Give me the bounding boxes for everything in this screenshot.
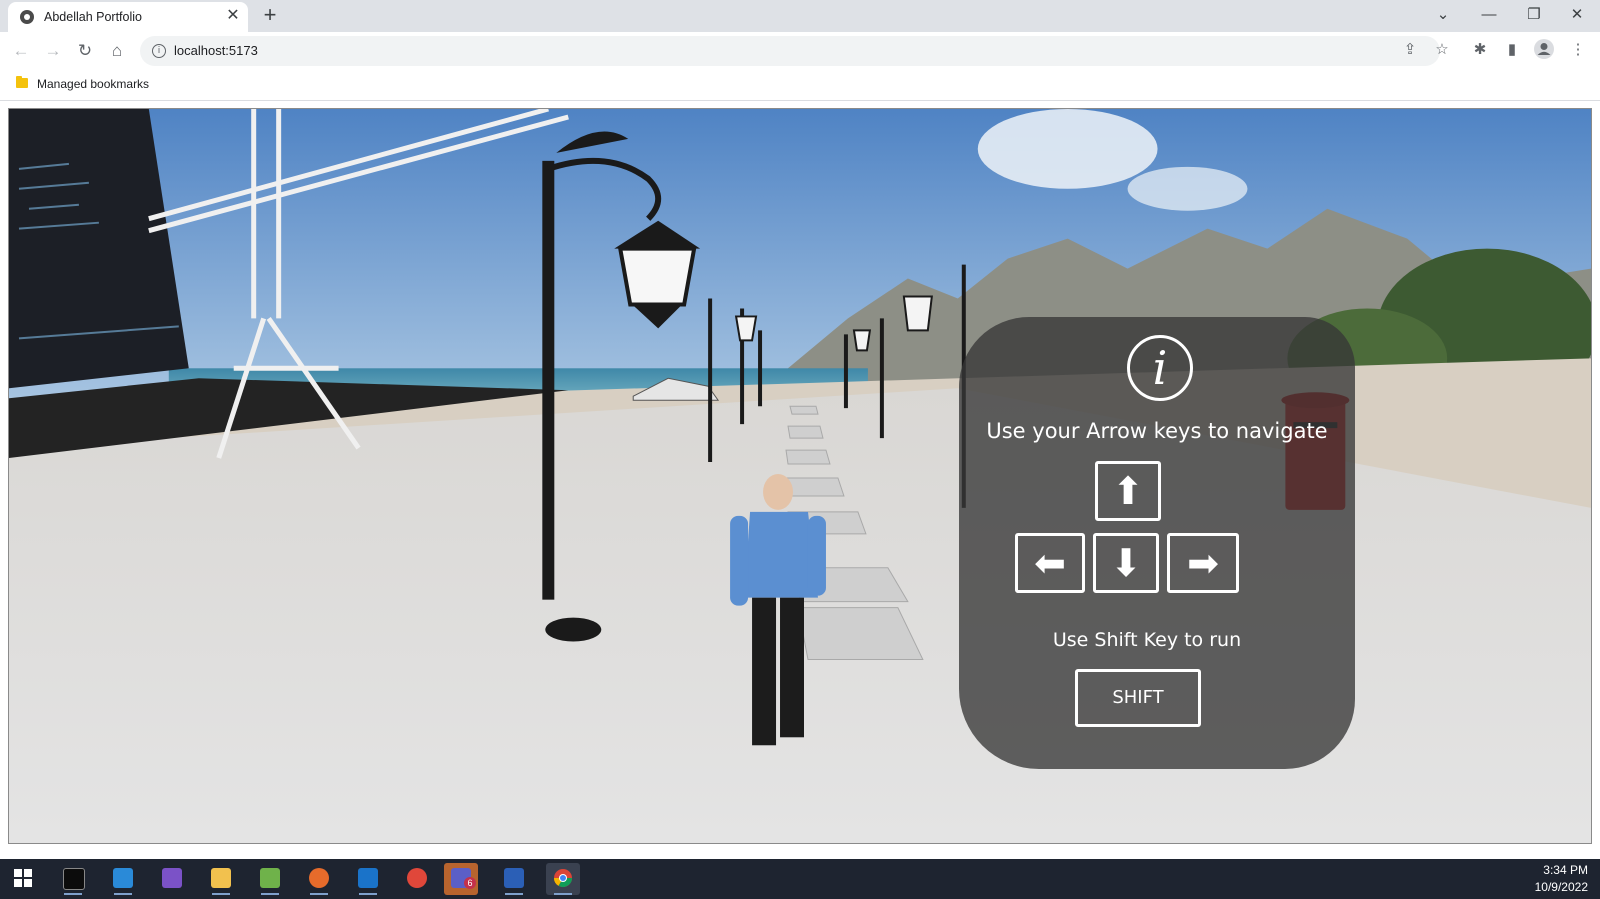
- taskbar-file-explorer[interactable]: [204, 863, 238, 895]
- teams-notification-badge: 6: [464, 877, 476, 889]
- taskbar-vscode[interactable]: [106, 863, 140, 895]
- tab-strip: Abdellah Portfolio ✕ + ⌄ — ❐ ✕: [0, 0, 1600, 32]
- taskbar-chrome[interactable]: [546, 863, 580, 895]
- running-indicator: [310, 893, 328, 895]
- running-indicator: [554, 893, 572, 895]
- tab-search-button[interactable]: ⌄: [1420, 0, 1466, 30]
- managed-bookmarks-folder[interactable]: Managed bookmarks: [37, 77, 149, 91]
- folder-icon: [16, 76, 28, 88]
- site-info-icon[interactable]: i: [152, 44, 166, 58]
- vscode-icon: [113, 868, 133, 888]
- arrow-right-key: ➡: [1167, 533, 1239, 593]
- new-tab-button[interactable]: +: [258, 4, 282, 28]
- run-instruction: Use Shift Key to run: [1052, 629, 1242, 651]
- windows-start-button[interactable]: [6, 863, 40, 895]
- back-button[interactable]: ←: [8, 38, 34, 64]
- running-indicator: [64, 893, 82, 895]
- profile-avatar[interactable]: [1532, 38, 1556, 62]
- taskbar-outlook[interactable]: [351, 863, 385, 895]
- controls-info-panel: i Use your Arrow keys to navigate ⬆ ⬅ ⬇ …: [959, 317, 1355, 769]
- side-panel-icon[interactable]: ▮: [1500, 38, 1524, 62]
- arrow-left-key: ⬅: [1015, 533, 1085, 593]
- arrow-down-key: ⬇: [1093, 533, 1159, 593]
- outlook-icon: [358, 868, 378, 888]
- address-bar[interactable]: i localhost:5173: [140, 36, 1440, 66]
- taskbar-clock-date[interactable]: 10/9/2022: [1535, 880, 1588, 894]
- browser-menu-icon[interactable]: ⋮: [1566, 38, 1590, 62]
- running-indicator: [212, 893, 230, 895]
- bookmarks-bar: Managed bookmarks: [0, 70, 1600, 101]
- cloud: [1127, 166, 1248, 211]
- taskbar-terminal[interactable]: [56, 863, 90, 895]
- file-explorer-icon: [211, 868, 231, 888]
- portfolio-favicon-icon: [20, 10, 34, 24]
- chrome-icon: [554, 869, 572, 888]
- webgl-canvas[interactable]: i Use your Arrow keys to navigate ⬆ ⬅ ⬇ …: [8, 108, 1592, 844]
- forward-button[interactable]: →: [40, 38, 66, 64]
- taskbar-clock-time[interactable]: 3:34 PM: [1543, 863, 1588, 877]
- tab-abdellah-portfolio[interactable]: Abdellah Portfolio ✕: [8, 2, 248, 32]
- arrow-up-key: ⬆: [1095, 461, 1161, 521]
- restore-button[interactable]: ❐: [1511, 0, 1557, 30]
- running-indicator: [505, 893, 523, 895]
- address-url[interactable]: localhost:5173: [174, 43, 258, 58]
- navigate-instruction: Use your Arrow keys to navigate: [986, 419, 1328, 443]
- extensions-icon[interactable]: ✱: [1468, 38, 1492, 62]
- terminal-icon: [63, 868, 85, 890]
- taskbar-word[interactable]: [497, 863, 531, 895]
- taskbar-task-manager[interactable]: [253, 863, 287, 895]
- shift-key: SHIFT: [1075, 669, 1201, 727]
- taskbar-visual-studio[interactable]: [155, 863, 189, 895]
- word-icon: [504, 868, 524, 888]
- close-window-button[interactable]: ✕: [1554, 0, 1600, 30]
- windows-taskbar: [0, 859, 1600, 899]
- info-icon: i: [1127, 335, 1193, 401]
- running-indicator: [114, 893, 132, 895]
- bookmark-star-icon[interactable]: ☆: [1430, 38, 1454, 62]
- home-button[interactable]: ⌂: [104, 38, 130, 64]
- task-manager-icon: [260, 868, 280, 888]
- running-indicator: [261, 893, 279, 895]
- reload-button[interactable]: ↻: [72, 38, 98, 64]
- minimize-button[interactable]: —: [1466, 0, 1512, 30]
- visual-studio-icon: [162, 868, 182, 888]
- tab-title: Abdellah Portfolio: [44, 10, 142, 24]
- firefox-icon: [309, 868, 329, 888]
- taskbar-firefox[interactable]: [302, 863, 336, 895]
- profile-icon: [1534, 39, 1554, 59]
- red-app-icon: [407, 868, 427, 888]
- share-icon[interactable]: ⇪: [1398, 38, 1422, 62]
- windows-logo-icon: [14, 869, 32, 887]
- taskbar-app-red[interactable]: [400, 863, 434, 895]
- running-indicator: [359, 893, 377, 895]
- tab-close-icon[interactable]: ✕: [224, 7, 242, 25]
- taskbar-teams[interactable]: 6: [444, 863, 478, 895]
- cloud: [977, 109, 1158, 189]
